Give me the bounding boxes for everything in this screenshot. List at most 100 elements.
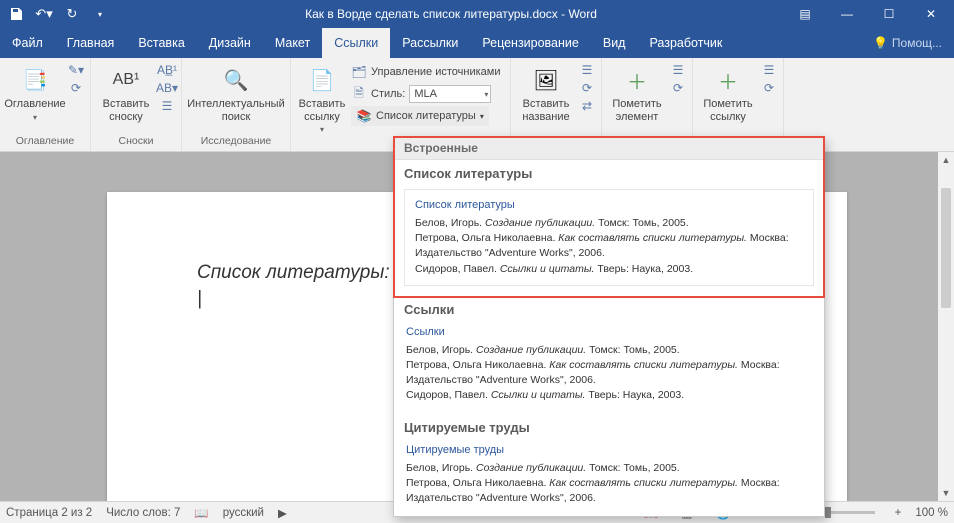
language-indicator[interactable]: русский <box>223 507 264 519</box>
page-indicator[interactable]: Страница 2 из 2 <box>6 507 92 519</box>
scroll-down-icon[interactable]: ▼ <box>938 485 954 501</box>
add-text-icon[interactable]: ✎▾ <box>68 62 84 78</box>
mark-entry-label: Пометить элемент <box>608 98 666 123</box>
gallery-item-works-cited[interactable]: Цитируемые труды Белов, Игорь. Создание … <box>394 439 824 517</box>
gallery-section-bibliography: Список литературы <box>394 160 824 185</box>
mark-citation-button[interactable]: ＋ Пометить ссылку <box>699 60 757 123</box>
chevron-down-icon: ▾ <box>320 125 324 134</box>
update-tof-icon[interactable]: ⟳ <box>579 80 595 96</box>
caption-icon: 🖼 <box>530 64 562 96</box>
gallery-section-references: Ссылки <box>394 296 824 321</box>
word-count[interactable]: Число слов: 7 <box>106 507 180 519</box>
insert-endnote-icon[interactable]: AB̲¹ <box>159 62 175 78</box>
gallery-item-bibliography[interactable]: Список литературы Белов, Игорь. Создание… <box>394 185 824 296</box>
tab-view[interactable]: Вид <box>591 28 638 58</box>
preview-heading: Список литературы <box>415 198 803 214</box>
group-toc: 📑 Оглавление ▾ ✎▾ ⟳ Оглавление <box>0 58 91 151</box>
minimize-button[interactable]: — <box>828 0 866 28</box>
group-research: 🔍 Интеллектуальный поиск Исследование <box>182 58 291 151</box>
footnote-icon: AB¹ <box>110 64 142 96</box>
toc-icon: 📑 <box>19 64 51 96</box>
manage-sources-button[interactable]: 🗂 Управление источниками <box>351 62 504 82</box>
tab-layout[interactable]: Макет <box>263 28 322 58</box>
chevron-down-icon: ▾ <box>33 113 37 122</box>
insert-index-icon[interactable]: ☰ <box>670 62 686 78</box>
bibliography-button[interactable]: 📚 Список литературы ▾ <box>351 106 489 126</box>
window-controls: ▤ — ☐ ✕ <box>786 0 954 28</box>
insert-caption-label: Вставить название <box>517 98 575 123</box>
window-title: Как в Ворде сделать список литературы.do… <box>116 7 786 21</box>
mark-entry-icon: ＋ <box>621 64 653 96</box>
tab-mailings[interactable]: Рассылки <box>390 28 470 58</box>
gallery-item-references[interactable]: Ссылки Белов, Игорь. Создание публикации… <box>394 321 824 414</box>
tab-review[interactable]: Рецензирование <box>470 28 591 58</box>
insert-tof-icon[interactable]: ☰ <box>579 62 595 78</box>
insert-caption-button[interactable]: 🖼 Вставить название <box>517 60 575 123</box>
maximize-button[interactable]: ☐ <box>870 0 908 28</box>
group-research-label: Исследование <box>188 133 284 149</box>
titlebar: ↶▾ ↻ ▾ Как в Ворде сделать список литера… <box>0 0 954 28</box>
insert-citation-button[interactable]: 📄 Вставить ссылку ▾ <box>297 60 347 134</box>
gallery-section-works-cited: Цитируемые труды <box>394 414 824 439</box>
manage-sources-icon: 🗂 <box>351 64 367 80</box>
tab-design[interactable]: Дизайн <box>197 28 263 58</box>
ribbon-display-options-icon[interactable]: ▤ <box>786 0 824 28</box>
tell-me-label: Помощ... <box>892 36 942 50</box>
style-icon: 🗎 <box>351 86 367 102</box>
group-footnotes-label: Сноски <box>97 133 175 149</box>
tab-developer[interactable]: Разработчик <box>637 28 734 58</box>
tab-insert[interactable]: Вставка <box>126 28 196 58</box>
macro-icon[interactable]: ▶ <box>278 506 287 520</box>
mark-citation-icon: ＋ <box>712 64 744 96</box>
toc-label: Оглавление <box>4 98 65 111</box>
insert-citation-label: Вставить ссылку <box>297 98 347 123</box>
spellcheck-icon[interactable]: 📖 <box>194 506 208 520</box>
zoom-value[interactable]: 100 % <box>915 507 948 519</box>
bibliography-gallery: Встроенные Список литературы Список лите… <box>393 136 825 517</box>
redo-icon[interactable]: ↻ <box>64 6 80 22</box>
mark-entry-button[interactable]: ＋ Пометить элемент <box>608 60 666 123</box>
vertical-scrollbar[interactable]: ▲ ▼ <box>938 152 954 501</box>
style-label: Стиль: <box>371 88 405 100</box>
lightbulb-icon: 💡 <box>873 36 888 50</box>
close-button[interactable]: ✕ <box>912 0 950 28</box>
tab-references[interactable]: Ссылки <box>322 28 390 58</box>
ribbon-tabs: Файл Главная Вставка Дизайн Макет Ссылки… <box>0 28 954 58</box>
tab-file[interactable]: Файл <box>0 28 55 58</box>
scroll-track[interactable] <box>938 168 954 485</box>
preview-heading: Ссылки <box>406 325 812 341</box>
citation-style-select[interactable]: MLA <box>409 85 491 103</box>
show-notes-icon[interactable]: ☰ <box>159 98 175 114</box>
smart-lookup-button[interactable]: 🔍 Интеллектуальный поиск <box>188 60 284 123</box>
group-toc-label: Оглавление <box>6 133 84 149</box>
preview-heading: Цитируемые труды <box>406 443 812 459</box>
mark-citation-label: Пометить ссылку <box>699 98 757 123</box>
save-icon[interactable] <box>8 6 24 22</box>
group-footnotes: AB¹ Вставить сноску AB̲¹ AB▾ ☰ Сноски <box>91 58 182 151</box>
insert-toa-icon[interactable]: ☰ <box>761 62 777 78</box>
update-toc-icon[interactable]: ⟳ <box>68 80 84 96</box>
cross-ref-icon[interactable]: ⇄ <box>579 98 595 114</box>
toc-button[interactable]: 📑 Оглавление ▾ <box>6 60 64 122</box>
next-footnote-icon[interactable]: AB▾ <box>159 80 175 96</box>
update-index-icon[interactable]: ⟳ <box>670 80 686 96</box>
undo-icon[interactable]: ↶▾ <box>36 6 52 22</box>
bibliography-label: Список литературы <box>376 110 476 122</box>
qat-customize-icon[interactable]: ▾ <box>92 6 108 22</box>
insert-footnote-label: Вставить сноску <box>97 98 155 123</box>
chevron-down-icon: ▾ <box>480 112 484 121</box>
zoom-in-button[interactable]: + <box>895 507 902 519</box>
gallery-builtin-header: Встроенные <box>394 137 824 160</box>
citation-icon: 📄 <box>306 64 338 96</box>
smart-lookup-label: Интеллектуальный поиск <box>187 98 284 123</box>
scroll-up-icon[interactable]: ▲ <box>938 152 954 168</box>
tell-me-search[interactable]: 💡 Помощ... <box>861 28 954 58</box>
insert-footnote-button[interactable]: AB¹ Вставить сноску <box>97 60 155 123</box>
update-toa-icon[interactable]: ⟳ <box>761 80 777 96</box>
manage-sources-label: Управление источниками <box>371 66 500 78</box>
tab-home[interactable]: Главная <box>55 28 127 58</box>
quick-access-toolbar: ↶▾ ↻ ▾ <box>0 6 116 22</box>
search-icon: 🔍 <box>220 64 252 96</box>
bibliography-icon: 📚 <box>356 108 372 124</box>
scroll-thumb[interactable] <box>941 188 951 308</box>
